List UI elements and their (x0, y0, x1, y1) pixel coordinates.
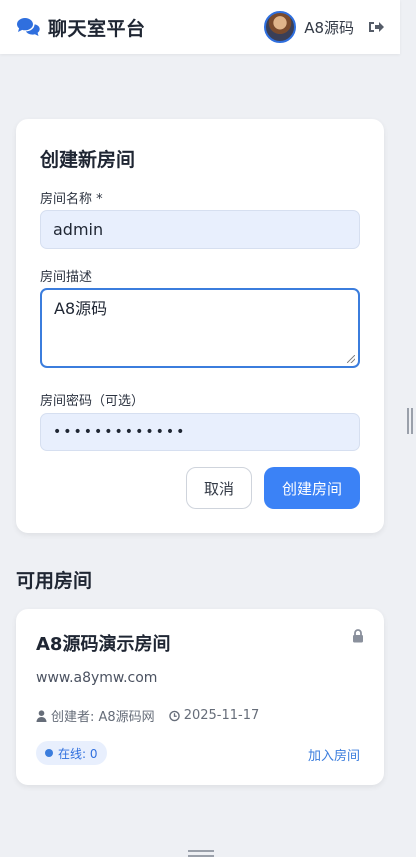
room-name: A8源码演示房间 (36, 634, 171, 655)
online-dot-icon (45, 749, 53, 757)
room-name-input[interactable]: admin (40, 210, 360, 249)
user-icon (36, 709, 47, 722)
room-desc-label: 房间描述 (40, 270, 93, 285)
username: A8源码 (304, 18, 354, 37)
brand-title: 聊天室平台 (48, 17, 146, 40)
room-desc-value: A8源码 (54, 299, 108, 318)
room-name-label: 房间名称 * (40, 192, 103, 207)
room-creator: 创建者: A8源码网 (51, 710, 155, 725)
resize-handle-vertical[interactable] (407, 408, 413, 434)
join-room-link[interactable]: 加入房间 (308, 745, 360, 764)
room-meta: 创建者: A8源码网 2025-11-17 (36, 706, 259, 725)
room-description: www.a8ymw.com (36, 670, 158, 686)
create-room-title: 创建新房间 (40, 149, 136, 171)
room-password-label: 房间密码（可选） (40, 394, 145, 409)
online-count: 在线: 0 (58, 746, 98, 761)
room-password-input[interactable]: ••••••••••••• (40, 413, 360, 451)
lock-icon (353, 629, 363, 643)
avatar[interactable] (264, 11, 297, 43)
create-room-button[interactable]: 创建房间 (264, 467, 360, 509)
room-desc-textarea[interactable]: A8源码 (40, 288, 360, 368)
online-badge: 在线: 0 (36, 741, 107, 765)
comments-icon (17, 18, 40, 36)
user-menu: A8源码 (264, 11, 384, 43)
available-rooms-title: 可用房间 (16, 570, 93, 592)
cancel-button[interactable]: 取消 (186, 467, 252, 509)
brand[interactable]: 聊天室平台 (16, 14, 146, 41)
navbar: 聊天室平台 A8源码 (0, 0, 400, 54)
resize-handle-horizontal[interactable] (188, 850, 214, 857)
clock-icon (168, 710, 180, 721)
sign-out-icon[interactable] (368, 20, 384, 34)
room-date: 2025-11-17 (183, 708, 260, 723)
textarea-resize-grip[interactable] (347, 355, 355, 363)
